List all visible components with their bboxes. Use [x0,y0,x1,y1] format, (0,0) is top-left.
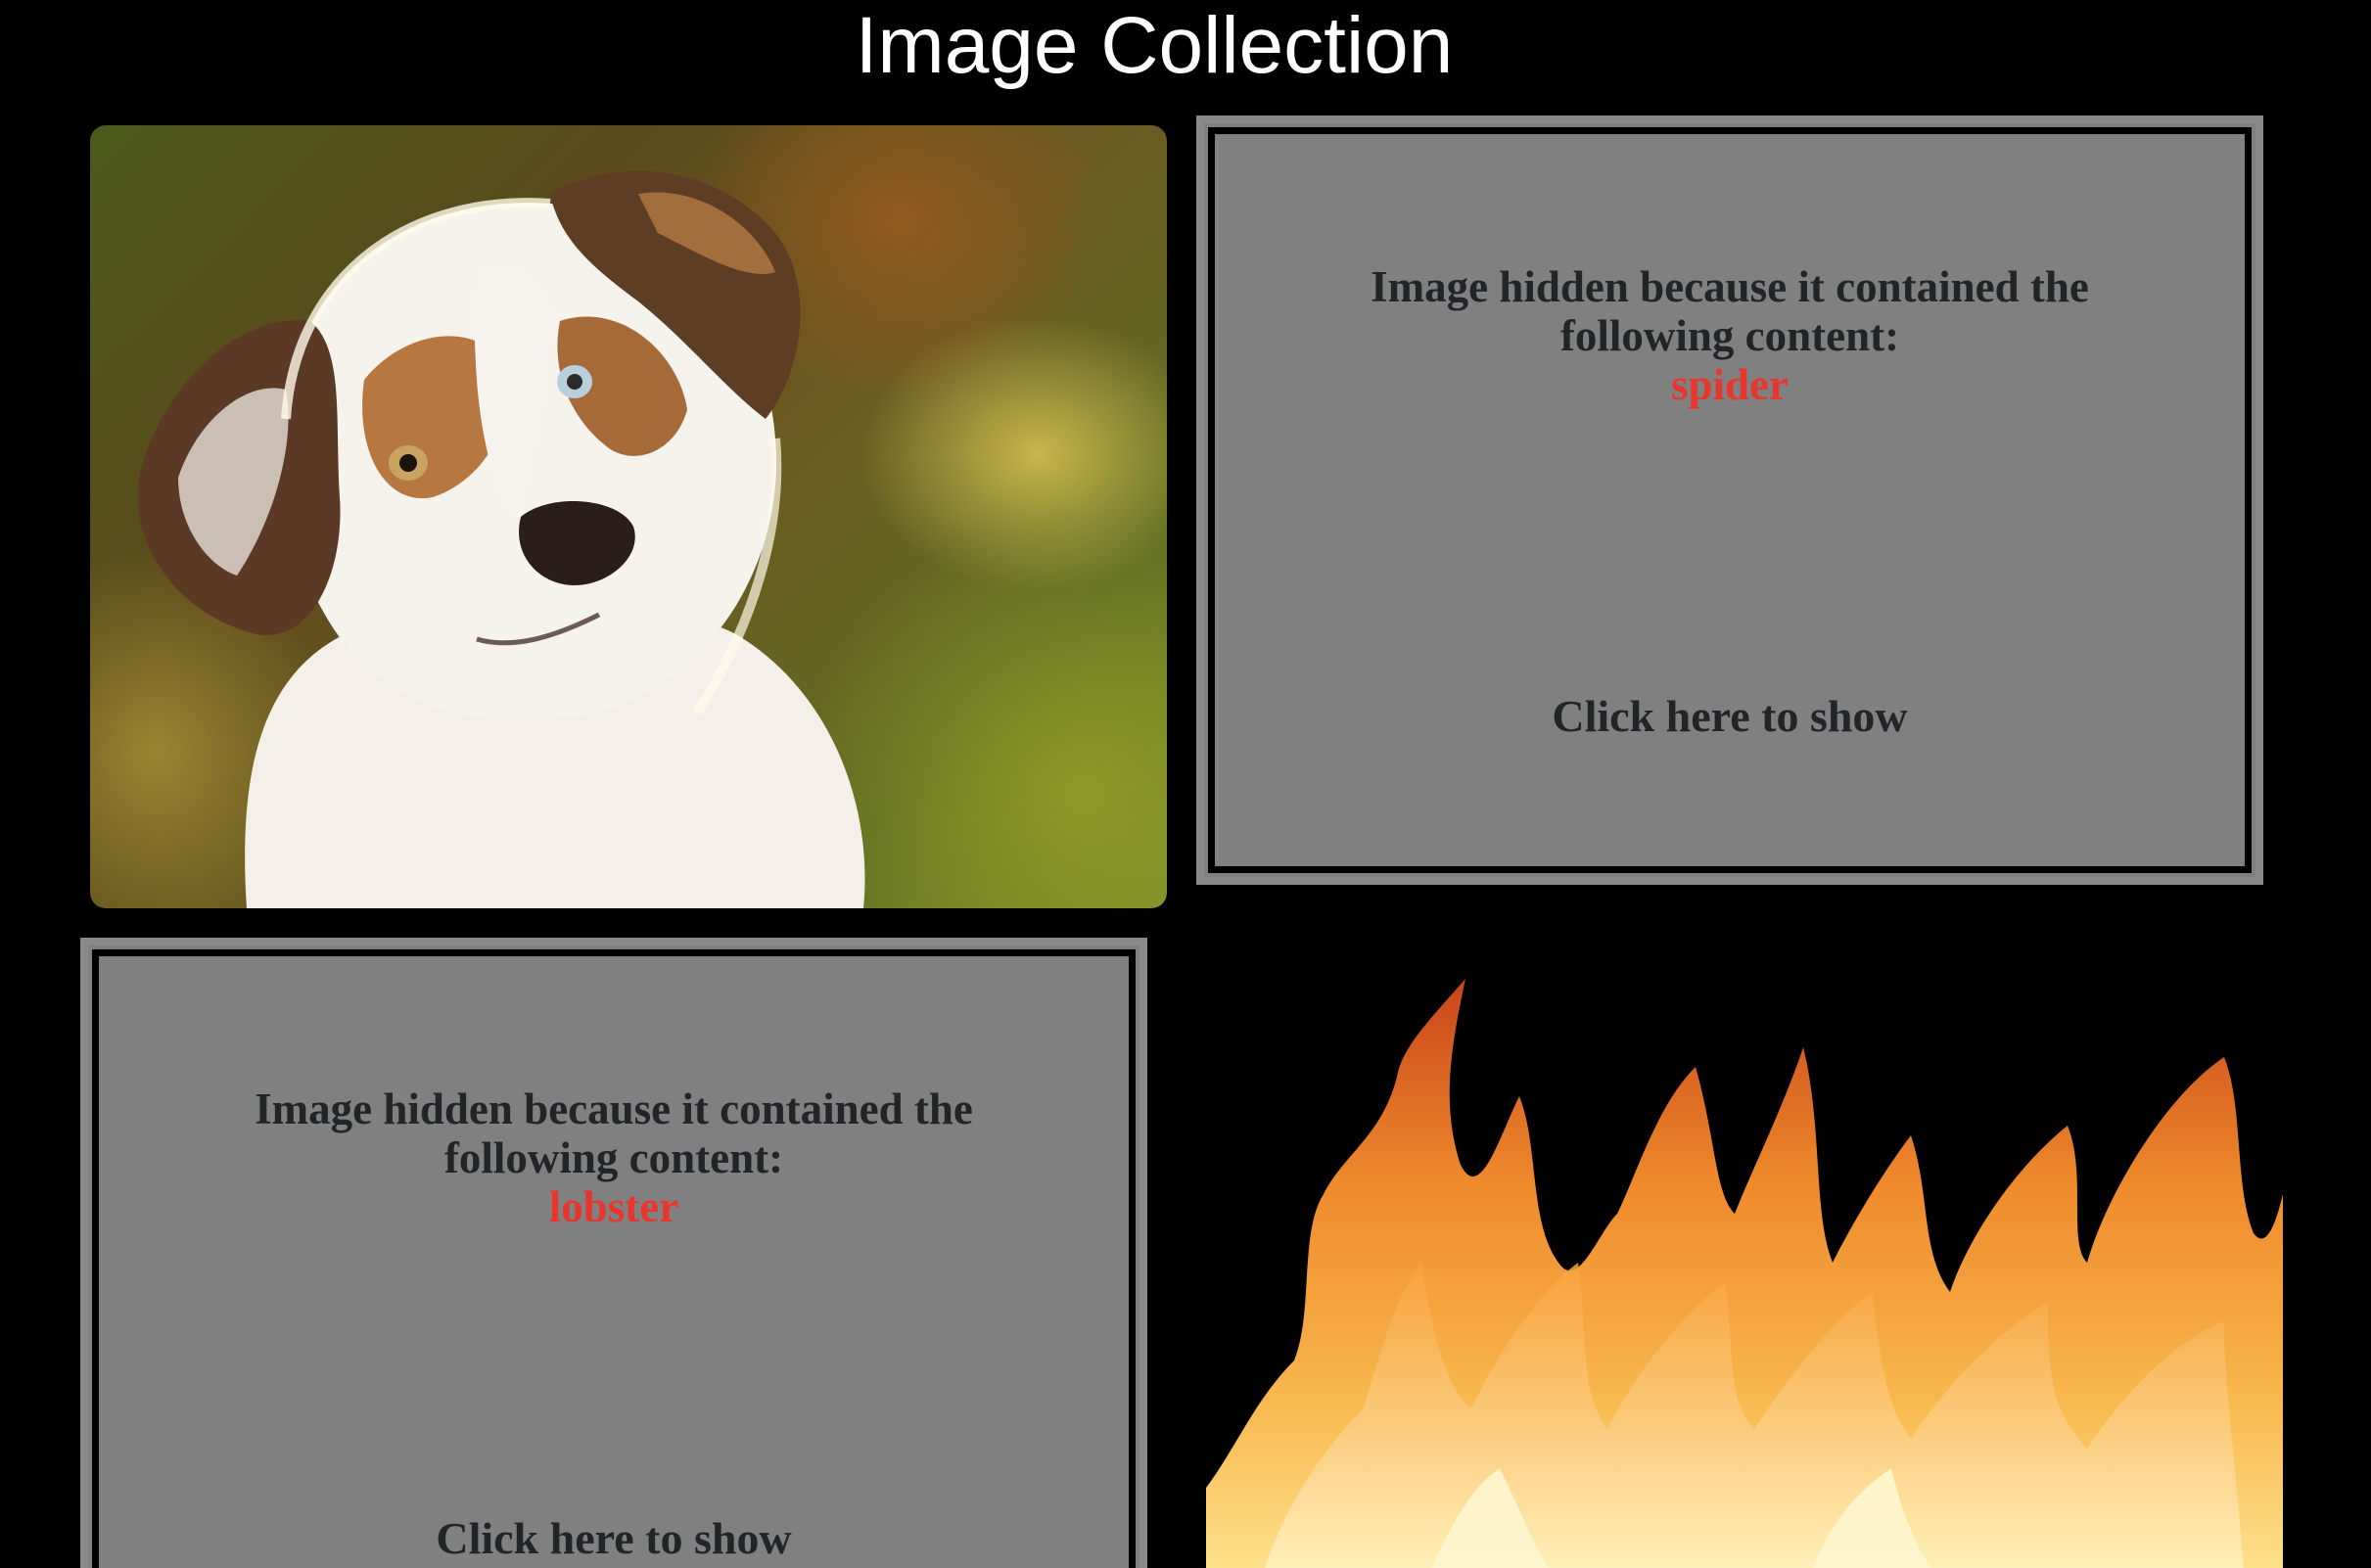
hidden-message-line: following content: [443,1133,784,1182]
show-image-link[interactable]: Click here to show [88,1513,1139,1564]
fire-photo [1206,940,2283,1568]
hidden-image-tile[interactable]: Image hidden because it contained the fo… [1196,115,2263,885]
tile-frame [1208,127,2252,873]
hidden-message: Image hidden because it contained the fo… [1204,262,2255,409]
hidden-message-line: Image hidden because it contained the [255,1084,973,1133]
hidden-message: Image hidden because it contained the fo… [88,1084,1139,1231]
dog-photo [90,125,1167,908]
hidden-image-tile[interactable]: Image hidden because it contained the fo… [80,938,1147,1568]
tile-frame [92,949,1136,1568]
hidden-reason: spider [1670,360,1789,409]
hidden-message-line: Image hidden because it contained the [1371,262,2089,311]
hidden-reason: lobster [548,1182,679,1231]
hidden-message-line: following content: [1559,311,1900,360]
show-image-link[interactable]: Click here to show [1204,691,2255,742]
page-title: Image Collection [855,1,1454,90]
